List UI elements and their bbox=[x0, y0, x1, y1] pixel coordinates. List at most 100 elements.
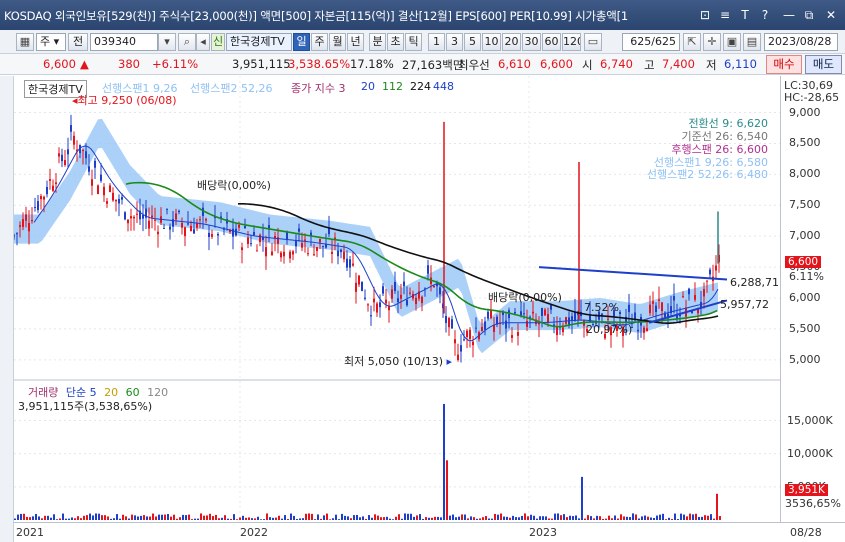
text-icon[interactable]: T bbox=[737, 7, 753, 23]
period-minute-button[interactable]: 분 bbox=[369, 33, 386, 51]
restore-icon[interactable]: ⧉ bbox=[801, 7, 817, 23]
x-label-2022: 2022 bbox=[240, 526, 268, 539]
annotation-mid-1: 7.52% bbox=[584, 301, 619, 314]
period-second-button[interactable]: 초 bbox=[387, 33, 404, 51]
candle-body bbox=[283, 251, 285, 257]
volume-bar bbox=[137, 516, 139, 520]
volume-bar bbox=[257, 516, 259, 520]
volume-bar bbox=[107, 516, 109, 520]
volume-bar bbox=[332, 518, 334, 520]
market-select[interactable]: 주 ▾ bbox=[36, 33, 66, 51]
period-week-button[interactable]: 주 bbox=[311, 33, 328, 51]
current-price: 6,600 bbox=[43, 57, 76, 71]
minimize-icon[interactable]: — bbox=[781, 7, 797, 23]
save-icon[interactable]: ▣ bbox=[723, 33, 741, 51]
volume-bar bbox=[449, 515, 451, 520]
candle-body bbox=[352, 263, 354, 266]
candle-body bbox=[217, 233, 219, 236]
volume-bar bbox=[287, 518, 289, 520]
title-bar: KOSDAQ 외국인보유[529(천)] 주식수[23,000(천)] 액면[5… bbox=[0, 0, 845, 30]
search-icon[interactable]: ⌕ bbox=[178, 33, 196, 51]
close-icon[interactable]: ✕ bbox=[823, 7, 839, 23]
prev-button[interactable]: 전 bbox=[68, 33, 88, 51]
price-tick-label: 7,500 bbox=[789, 198, 821, 212]
candle-body bbox=[133, 216, 135, 219]
volume-bar bbox=[170, 516, 172, 520]
period-month-button[interactable]: 월 bbox=[329, 33, 346, 51]
volume-bar bbox=[344, 515, 346, 520]
period-tick-button[interactable]: 틱 bbox=[405, 33, 422, 51]
candle-body bbox=[208, 232, 210, 238]
candle-body bbox=[649, 304, 651, 314]
buy-button[interactable]: 매수 bbox=[766, 55, 802, 74]
help-icon[interactable]: ? bbox=[757, 7, 773, 23]
candle-body bbox=[253, 231, 255, 235]
crosshair-icon[interactable]: ✛ bbox=[703, 33, 721, 51]
volume-bar bbox=[368, 515, 370, 520]
interval-3-button[interactable]: 3 bbox=[446, 33, 463, 51]
volume-bar bbox=[272, 517, 274, 520]
volume-bar bbox=[635, 514, 637, 520]
interval-settings-icon[interactable]: ▭ bbox=[584, 33, 602, 51]
candle-body bbox=[67, 149, 69, 155]
period-day-button[interactable]: 일 bbox=[293, 33, 310, 51]
candle-body bbox=[379, 302, 381, 308]
volume-bar bbox=[713, 518, 715, 520]
interval-1-button[interactable]: 1 bbox=[428, 33, 445, 51]
candle-body bbox=[280, 252, 282, 258]
menu-icon[interactable]: ≡ bbox=[717, 7, 733, 23]
interval-20-button[interactable]: 20 bbox=[502, 33, 521, 51]
period-year-button[interactable]: 년 bbox=[347, 33, 364, 51]
sell-button[interactable]: 매도 bbox=[805, 55, 842, 74]
volume-bar bbox=[74, 518, 76, 520]
volume-bar bbox=[77, 516, 79, 520]
candle-body bbox=[175, 213, 177, 220]
chart-svg bbox=[13, 76, 780, 522]
volume-bar bbox=[326, 513, 328, 520]
candle-body bbox=[256, 250, 258, 252]
candle-body bbox=[247, 237, 249, 244]
price-tick-label: 8,500 bbox=[789, 136, 821, 150]
volume-bar bbox=[533, 515, 535, 520]
price-axis[interactable]: LC:30,69 HC:-28,65 9,000 8,500 8,000 7,500 7… bbox=[780, 76, 845, 522]
chart-area[interactable]: 한국경제TV 선행스팬1 9,26 선행스팬2 52,26 종가 지수 3 20… bbox=[13, 76, 780, 522]
volume-bar bbox=[299, 518, 301, 520]
volume-bar bbox=[482, 517, 484, 520]
volume-bar bbox=[380, 517, 382, 520]
sound-icon[interactable]: ◂ bbox=[196, 33, 210, 51]
candle-body bbox=[484, 321, 486, 330]
volume-bar bbox=[296, 518, 298, 520]
interval-120-button[interactable]: 120 bbox=[562, 33, 581, 51]
interval-10-button[interactable]: 10 bbox=[482, 33, 501, 51]
dropdown-icon[interactable]: ▾ bbox=[158, 33, 176, 51]
zoom-icon[interactable]: ⇱ bbox=[683, 33, 701, 51]
interval-60-button[interactable]: 60 bbox=[542, 33, 561, 51]
volume-bar bbox=[92, 515, 94, 520]
interval-5-button[interactable]: 5 bbox=[464, 33, 481, 51]
volume-bar bbox=[542, 516, 544, 520]
volume-bar bbox=[338, 519, 340, 520]
candle-body bbox=[58, 153, 60, 157]
candle-body bbox=[409, 292, 411, 294]
turnover: 17.18% bbox=[350, 57, 394, 71]
candle-body bbox=[391, 289, 393, 299]
calendar-icon[interactable]: ▤ bbox=[743, 33, 761, 51]
left-tool-strip[interactable] bbox=[0, 76, 14, 542]
settings-icon[interactable]: ▦ bbox=[16, 33, 34, 51]
trade-amount: 27,163백만 bbox=[402, 58, 464, 72]
date-input[interactable]: 2023/08/28 bbox=[764, 33, 838, 51]
candle-body bbox=[385, 299, 387, 304]
current-price-tag: 6,600 bbox=[785, 256, 822, 268]
candle-body bbox=[103, 186, 105, 196]
stock-code-input[interactable]: 039340 bbox=[90, 33, 158, 51]
candle-body bbox=[142, 214, 144, 219]
window-title: KOSDAQ 외국인보유[529(천)] 주식수[23,000(천)] 액면[5… bbox=[4, 9, 629, 23]
data-count-input[interactable]: 625/625 bbox=[622, 33, 680, 51]
annotation-high: ◂최고 9,250 (06/08) bbox=[72, 94, 177, 107]
window-icon-1[interactable]: ⊡ bbox=[697, 7, 713, 23]
volume-bar bbox=[218, 518, 220, 520]
candle-body bbox=[571, 316, 573, 321]
candle-body bbox=[355, 282, 357, 292]
volume-bar bbox=[113, 518, 115, 520]
interval-30-button[interactable]: 30 bbox=[522, 33, 541, 51]
